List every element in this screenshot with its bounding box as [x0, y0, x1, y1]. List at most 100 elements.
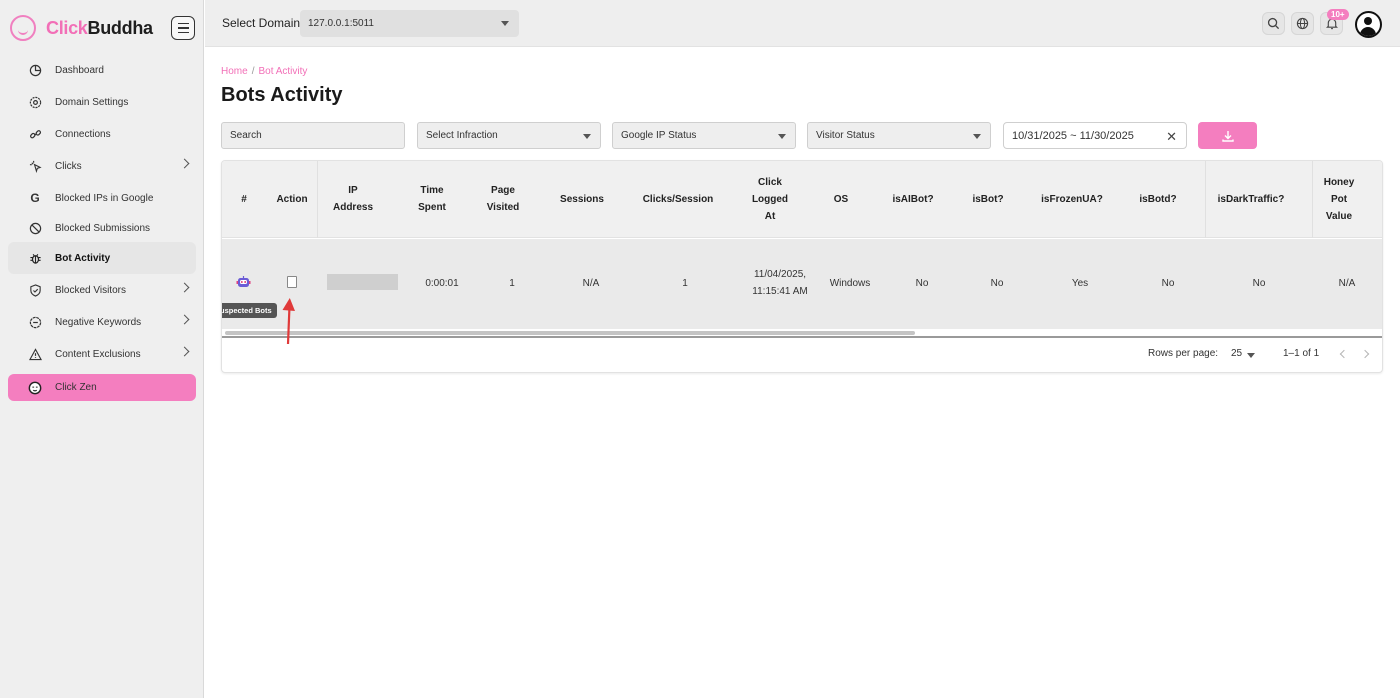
- col-header-click-logged-at: Click Logged At: [751, 177, 789, 222]
- cell-page-visited: 1: [509, 278, 515, 289]
- breadcrumb-home[interactable]: Home: [221, 66, 248, 77]
- notifications-badge: 10+: [1327, 9, 1349, 20]
- sidebar-item-blocked-ips-google[interactable]: G Blocked IPs in Google: [8, 182, 196, 214]
- globe-icon: [1296, 17, 1309, 30]
- rows-per-page-label: Rows per page:: [1148, 348, 1219, 359]
- cell-time-spent: 0:00:01: [425, 278, 459, 289]
- cursor-click-icon: [28, 159, 42, 173]
- table-row[interactable]: Suspected Bots 0:00:01 1 N/A 1 11/04/202…: [222, 239, 1382, 329]
- cell-is-ai-bot: No: [915, 278, 929, 289]
- page-title: Bots Activity: [221, 84, 343, 106]
- cell-is-dark-traffic: No: [1252, 278, 1266, 289]
- cell-is-frozen-ua: Yes: [1071, 278, 1089, 289]
- date-range-picker[interactable]: 10/31/2025 ~ 11/30/2025 ✕: [1003, 122, 1187, 149]
- cell-is-botd: No: [1161, 278, 1175, 289]
- pie-chart-icon: [28, 63, 42, 77]
- brand-name: ClickBuddha: [46, 17, 153, 38]
- scrollbar-thumb[interactable]: [225, 331, 915, 335]
- hamburger-icon: [177, 22, 189, 25]
- pagination-range: 1–1 of 1: [1283, 348, 1320, 359]
- sidebar-item-clicks[interactable]: Clicks: [8, 150, 196, 182]
- domain-select-value: 127.0.0.1:5011: [308, 18, 374, 29]
- cell-is-bot: No: [990, 278, 1004, 289]
- buddha-face-icon: [28, 381, 42, 395]
- sidebar: ClickBuddha Dashboard Domain Settings Co…: [0, 0, 204, 698]
- chevron-right-icon: [179, 314, 190, 325]
- sidebar-item-connections[interactable]: Connections: [8, 118, 196, 150]
- col-header-is-botd: isBotd?: [1139, 194, 1177, 205]
- badge-minus-icon: [28, 315, 42, 329]
- next-page-icon[interactable]: [1360, 349, 1370, 359]
- search-icon: [1267, 17, 1280, 30]
- suspected-bots-tooltip: Suspected Bots: [222, 303, 277, 318]
- cell-click-logged-at: 11/04/2025, 11:15:41 AM: [752, 269, 808, 297]
- download-icon: [1221, 130, 1234, 142]
- download-button[interactable]: [1198, 122, 1257, 149]
- annotation-arrow-icon: [282, 298, 295, 345]
- language-button[interactable]: [1291, 12, 1314, 35]
- col-header-num: #: [241, 194, 247, 205]
- google-ip-status-select[interactable]: Google IP Status: [612, 122, 796, 149]
- sidebar-item-blocked-submissions[interactable]: Blocked Submissions: [8, 214, 196, 242]
- sidebar-nav: Dashboard Domain Settings Connections Cl…: [0, 54, 204, 401]
- buddha-logo-icon: [10, 15, 36, 41]
- chevron-right-icon: [179, 346, 190, 357]
- breadcrumb: Home / Bot Activity: [221, 66, 308, 77]
- dropdown-caret-icon[interactable]: [1247, 353, 1255, 358]
- breadcrumb-current: Bot Activity: [258, 66, 308, 77]
- col-header-is-bot: isBot?: [972, 194, 1004, 205]
- redacted-ip-address: [327, 274, 398, 290]
- search-button[interactable]: [1262, 12, 1285, 35]
- cell-clicks-per-session: 1: [682, 278, 688, 289]
- col-header-is-ai-bot: isAIBot?: [892, 194, 934, 205]
- search-field[interactable]: [221, 122, 405, 149]
- sidebar-item-click-zen[interactable]: Click Zen: [8, 374, 196, 401]
- sidebar-item-content-exclusions[interactable]: Content Exclusions: [8, 338, 196, 370]
- brand-logo[interactable]: ClickBuddha: [10, 14, 153, 42]
- infraction-select[interactable]: Select Infraction: [417, 122, 601, 149]
- date-range-value: 10/31/2025 ~ 11/30/2025: [1012, 129, 1134, 142]
- dropdown-caret-icon: [583, 134, 591, 139]
- google-g-icon: G: [30, 191, 40, 205]
- previous-page-icon[interactable]: [1339, 349, 1349, 359]
- bots-table: # Action IP Address Time Spent Page Visited…: [221, 160, 1383, 373]
- dropdown-caret-icon: [973, 134, 981, 139]
- sidebar-item-negative-keywords[interactable]: Negative Keywords: [8, 306, 196, 338]
- menu-toggle-button[interactable]: [171, 16, 195, 40]
- col-header-is-frozen-ua: isFrozenUA?: [1041, 194, 1103, 205]
- user-avatar[interactable]: [1355, 11, 1382, 38]
- col-header-page-visited: Page Visited: [486, 185, 520, 213]
- rows-per-page-select[interactable]: 25: [1231, 348, 1242, 359]
- bug-icon: [28, 251, 42, 265]
- warning-triangle-icon: [28, 347, 42, 361]
- visitor-status-select[interactable]: Visitor Status: [807, 122, 991, 149]
- sidebar-item-dashboard[interactable]: Dashboard: [8, 54, 196, 86]
- robot-icon[interactable]: [236, 275, 251, 289]
- select-domain-label: Select Domain: [222, 16, 301, 30]
- chevron-right-icon: [179, 282, 190, 293]
- top-header: Select Domain 127.0.0.1:5011: [205, 0, 1400, 47]
- cell-honey-pot-value: N/A: [1338, 278, 1356, 289]
- col-header-is-dark-traffic: isDarkTraffic?: [1217, 194, 1285, 205]
- col-header-time-spent: Time Spent: [418, 185, 446, 213]
- sidebar-item-bot-activity[interactable]: Bot Activity: [8, 242, 196, 274]
- search-input[interactable]: [230, 130, 404, 141]
- table-header: # Action IP Address Time Spent Page Visited…: [222, 161, 1382, 238]
- sidebar-item-blocked-visitors[interactable]: Blocked Visitors: [8, 274, 196, 306]
- gear-icon: [28, 95, 42, 109]
- cell-os: Windows: [829, 278, 871, 289]
- sidebar-item-domain-settings[interactable]: Domain Settings: [8, 86, 196, 118]
- dropdown-caret-icon: [778, 134, 786, 139]
- shield-icon: [28, 283, 42, 297]
- block-icon: [28, 221, 42, 235]
- col-header-ip-address: IP Address: [332, 185, 373, 213]
- col-header-os: OS: [833, 194, 849, 205]
- clear-icon[interactable]: ✕: [1166, 129, 1177, 145]
- col-header-sessions: Sessions: [560, 194, 604, 205]
- col-header-action: Action: [276, 194, 308, 205]
- col-header-clicks-per-session: Clicks/Session: [642, 194, 714, 205]
- domain-select[interactable]: 127.0.0.1:5011: [300, 10, 519, 37]
- chevron-right-icon: [179, 158, 190, 169]
- clipboard-icon[interactable]: [287, 276, 297, 288]
- dropdown-caret-icon: [501, 21, 509, 26]
